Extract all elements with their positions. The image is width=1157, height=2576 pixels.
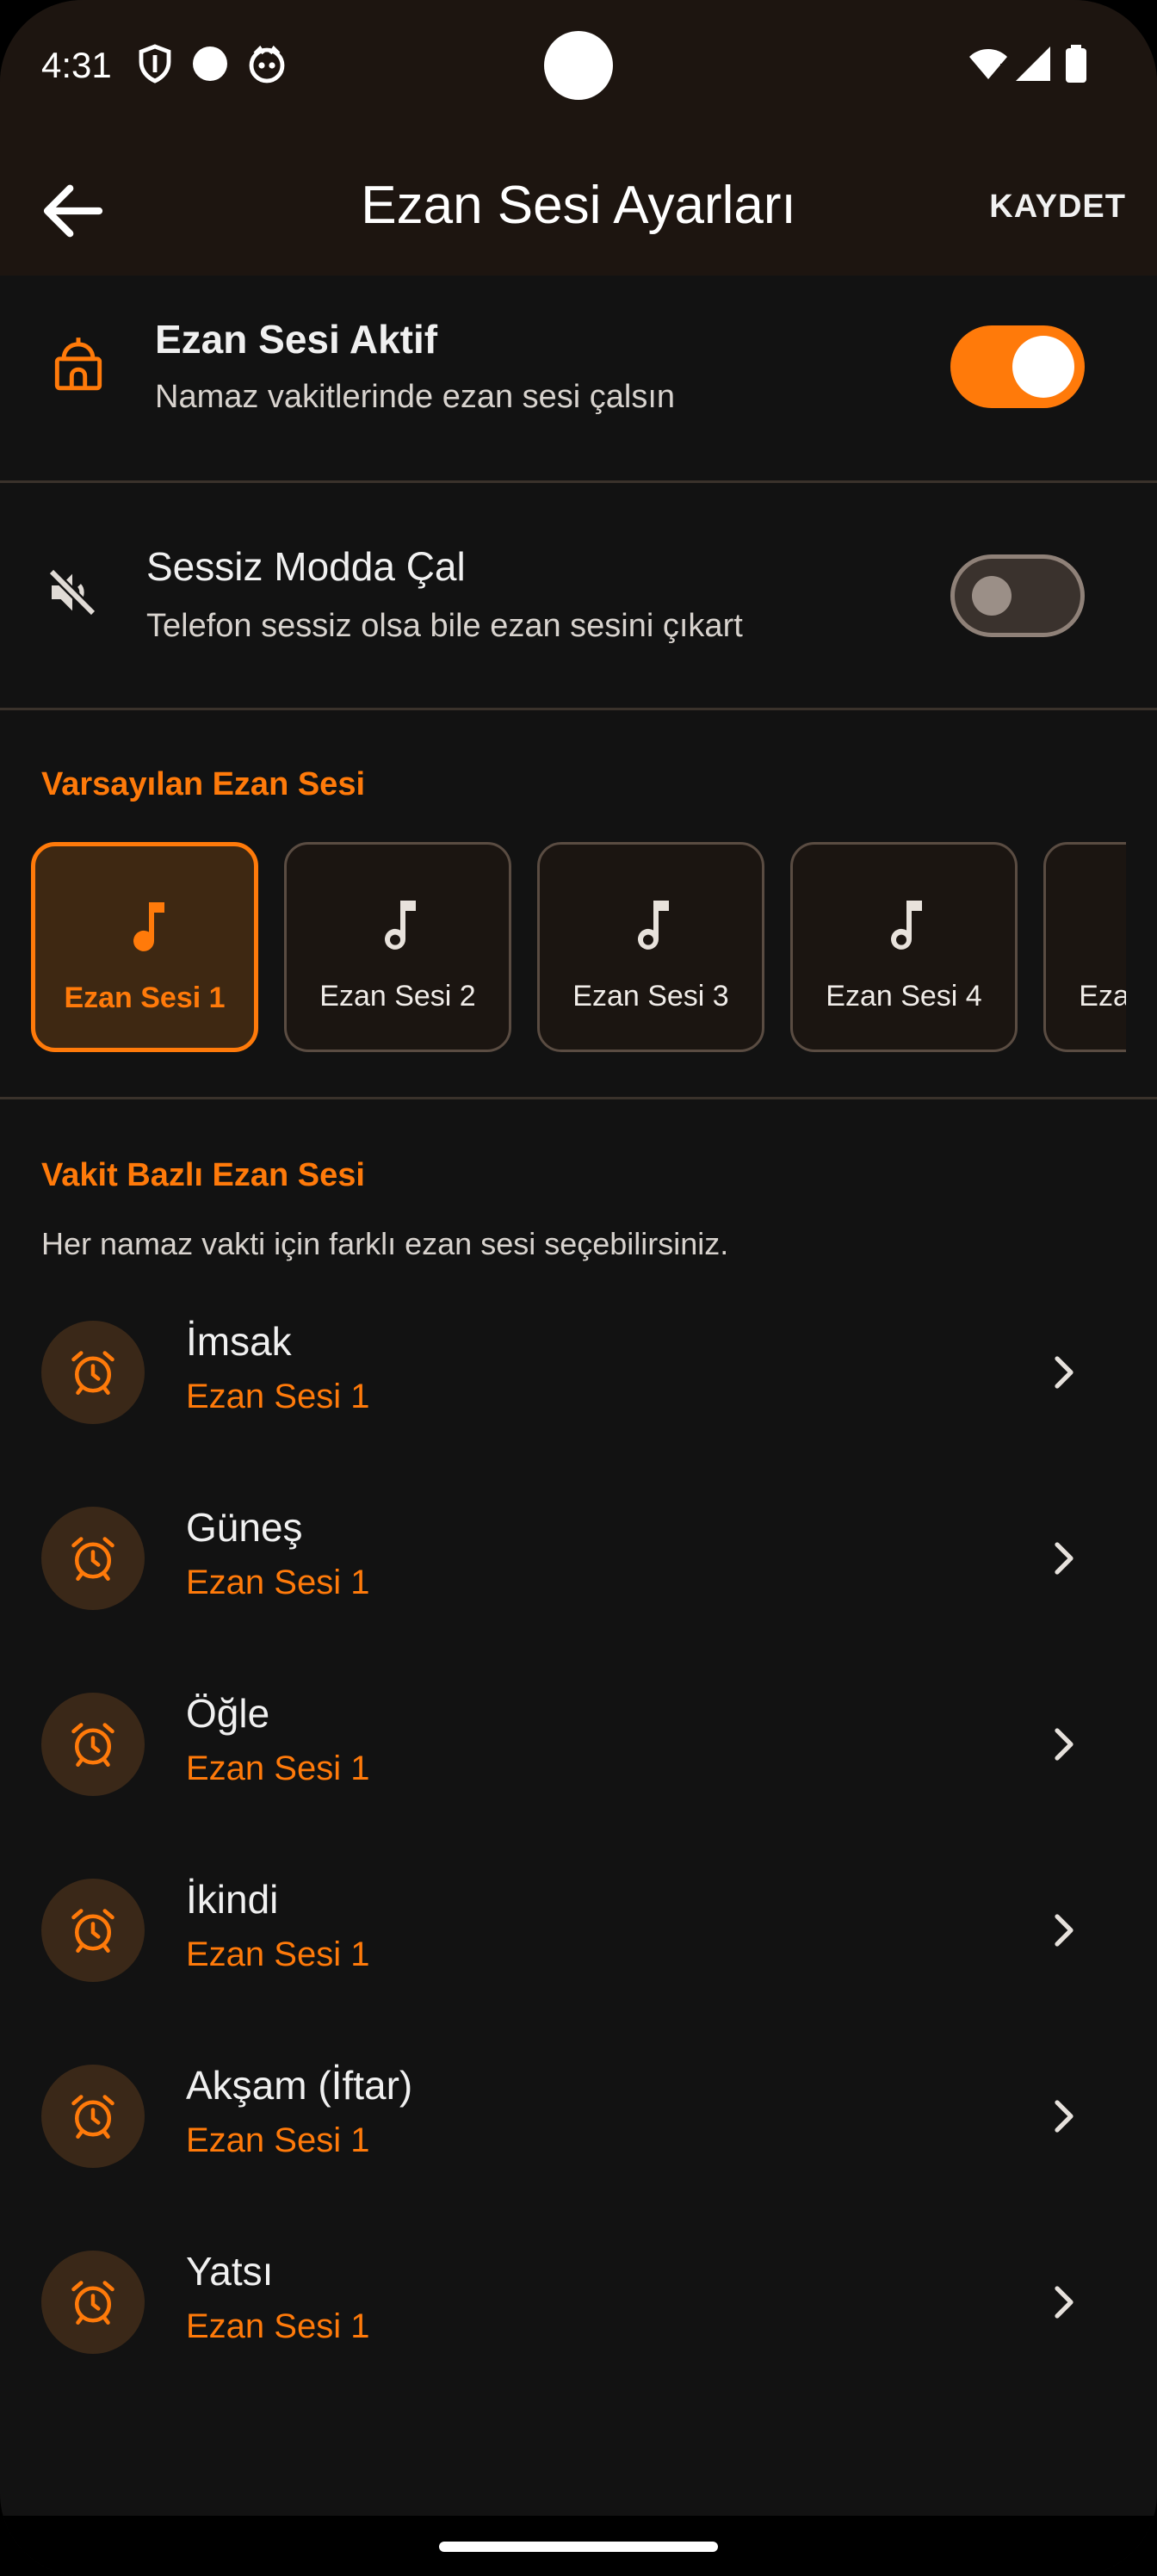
- alarm-icon: [71, 1351, 114, 1395]
- music-note-icon: [891, 901, 922, 950]
- prayer-icon-circle: [41, 1879, 145, 1982]
- status-bar: 4:31: [0, 0, 1157, 129]
- silent-mode-toggle[interactable]: [950, 554, 1085, 637]
- default-sound-section-title: Varsayılan Ezan Sesi: [41, 766, 366, 802]
- music-note-icon: [133, 902, 164, 951]
- chevron-right-icon: [1055, 2100, 1073, 2133]
- front-camera: [544, 31, 613, 100]
- adhan-enabled-row[interactable]: Ezan Sesi Aktif Namaz vakitlerinde ezan …: [0, 276, 1157, 482]
- prayer-sound: Ezan Sesi 1: [186, 1749, 370, 1787]
- sound-carousel[interactable]: Ezan Sesi 1 Ezan Sesi 2 Ezan Sesi 3 Ezan…: [31, 840, 1126, 1057]
- prayer-row-gunes[interactable]: Güneş Ezan Sesi 1: [0, 1476, 1157, 1662]
- chevron-right-icon: [1055, 1542, 1073, 1575]
- prayer-name: Yatsı: [186, 2249, 274, 2294]
- sound-card-label: Ezan Sesi 3: [572, 980, 729, 1012]
- wifi-alert-icon: [969, 49, 1007, 81]
- sound-card-label: Ezan Sesi 2: [319, 980, 476, 1012]
- save-button[interactable]: KAYDET: [989, 183, 1126, 231]
- sound-card-label: Ezan Sesi 5: [1079, 980, 1126, 1012]
- chevron-right-icon: [1055, 2286, 1073, 2319]
- prayer-name: Akşam (İftar): [186, 2063, 413, 2108]
- toggle-knob: [972, 576, 1012, 616]
- prayer-name: Güneş: [186, 1505, 303, 1550]
- sound-card-1[interactable]: Ezan Sesi 1: [31, 842, 258, 1052]
- prayer-row-aksam[interactable]: Akşam (İftar) Ezan Sesi 1: [0, 2034, 1157, 2220]
- per-prayer-section-title: Vakit Bazlı Ezan Sesi: [41, 1157, 365, 1193]
- prayer-sound: Ezan Sesi 1: [186, 1935, 370, 1973]
- sound-card-4[interactable]: Ezan Sesi 4: [790, 842, 1018, 1052]
- adhan-enabled-subtitle: Namaz vakitlerinde ezan sesi çalsın: [155, 379, 676, 415]
- page-title: Ezan Sesi Ayarları: [361, 176, 796, 235]
- prayer-row-imsak[interactable]: İmsak Ezan Sesi 1: [0, 1290, 1157, 1476]
- shield-icon: [139, 44, 171, 84]
- silent-mode-row[interactable]: Sessiz Modda Çal Telefon sessiz olsa bil…: [0, 484, 1157, 708]
- divider: [0, 480, 1157, 483]
- battery-icon: [1066, 45, 1086, 83]
- prayer-icon-circle: [41, 1321, 145, 1424]
- chevron-right-icon: [1055, 1356, 1073, 1389]
- prayer-sound: Ezan Sesi 1: [186, 2121, 370, 2159]
- app-bar: Ezan Sesi Ayarları KAYDET: [0, 129, 1157, 276]
- chevron-right-icon: [1055, 1914, 1073, 1947]
- chevron-right-icon: [1055, 1728, 1073, 1761]
- prayer-icon-circle: [41, 1507, 145, 1610]
- sound-card-label: Ezan Sesi 4: [826, 980, 982, 1012]
- prayer-icon-circle: [41, 1693, 145, 1796]
- prayer-sound: Ezan Sesi 1: [186, 1564, 370, 1601]
- toggle-knob: [1012, 336, 1074, 398]
- prayer-row-ogle[interactable]: Öğle Ezan Sesi 1: [0, 1662, 1157, 1848]
- prayer-sound: Ezan Sesi 1: [186, 2307, 370, 2345]
- prayer-name: İmsak: [186, 1319, 292, 1364]
- home-indicator[interactable]: [439, 2542, 718, 2552]
- prayer-name: İkindi: [186, 1877, 279, 1922]
- divider: [0, 1097, 1157, 1099]
- mosque-icon: [54, 337, 102, 391]
- prayer-icon-circle: [41, 2251, 145, 2354]
- prayer-icon-circle: [41, 2065, 145, 2168]
- phone-screen: 4:31 Ezan Sesi Ayarları KAYDET Ezan Sesi…: [0, 0, 1157, 2576]
- status-time: 4:31: [41, 45, 112, 85]
- divider: [0, 708, 1157, 710]
- adhan-enabled-title: Ezan Sesi Aktif: [155, 317, 438, 362]
- music-note-icon: [638, 901, 669, 950]
- silent-mode-subtitle: Telefon sessiz olsa bile ezan sesini çık…: [146, 608, 743, 644]
- prayer-row-ikindi[interactable]: İkindi Ezan Sesi 1: [0, 1848, 1157, 2034]
- alarm-icon: [71, 1537, 114, 1581]
- adhan-enabled-toggle[interactable]: [950, 325, 1085, 408]
- alarm-icon: [71, 2281, 114, 2325]
- alarm-icon: [71, 2095, 114, 2139]
- sound-card-3[interactable]: Ezan Sesi 3: [537, 842, 764, 1052]
- music-note-icon: [385, 901, 416, 950]
- alarm-icon: [71, 1723, 114, 1767]
- circle-icon: [193, 46, 227, 81]
- app-cat-icon: [249, 45, 285, 84]
- volume-off-icon: [46, 567, 98, 618]
- sound-card-2[interactable]: Ezan Sesi 2: [284, 842, 511, 1052]
- prayer-row-yatsi[interactable]: Yatsı Ezan Sesi 1: [0, 2220, 1157, 2406]
- prayer-name: Öğle: [186, 1691, 270, 1736]
- silent-mode-title: Sessiz Modda Çal: [146, 544, 466, 589]
- per-prayer-description: Her namaz vakti için farklı ezan sesi se…: [41, 1226, 729, 1261]
- prayer-sound: Ezan Sesi 1: [186, 1378, 370, 1415]
- sound-card-5[interactable]: Ezan Sesi 5: [1043, 842, 1126, 1052]
- sound-card-label: Ezan Sesi 1: [64, 981, 226, 1014]
- alarm-icon: [71, 1909, 114, 1953]
- signal-icon: [1016, 46, 1050, 81]
